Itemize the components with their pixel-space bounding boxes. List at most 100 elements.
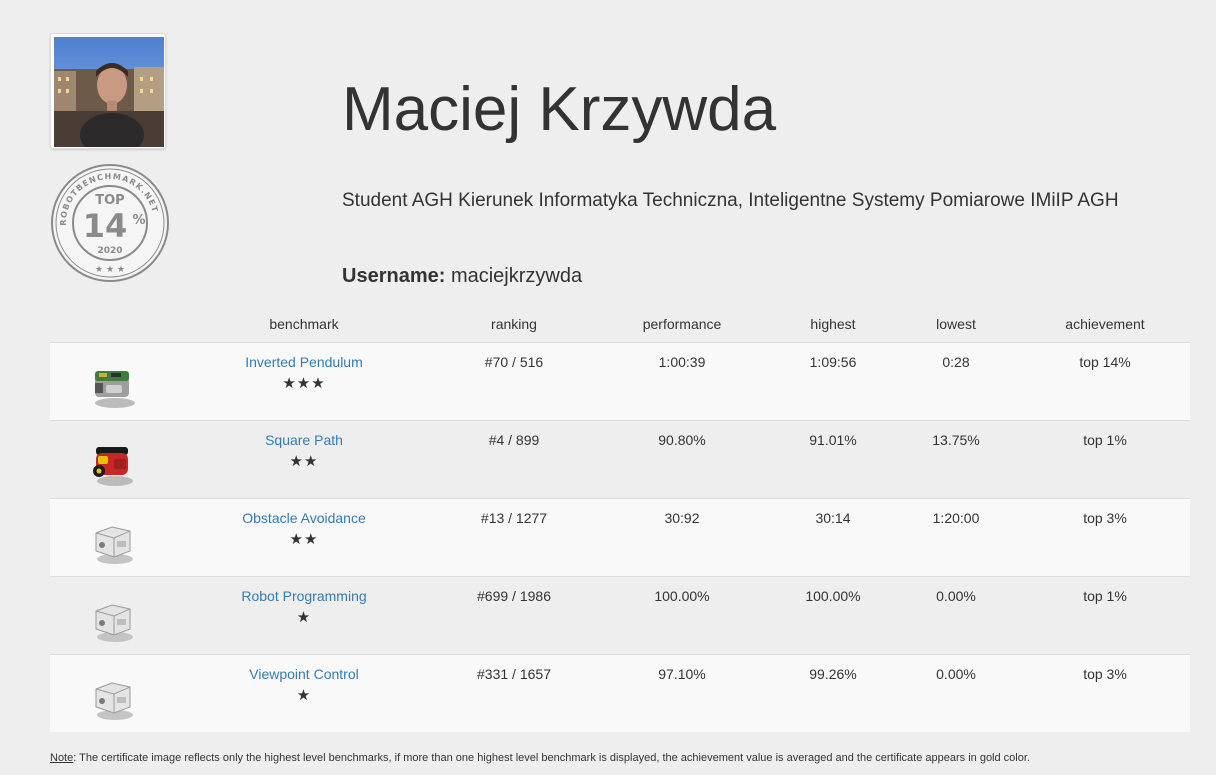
performance-cell: 30:92 [590, 498, 774, 577]
benchmark-link[interactable]: Viewpoint Control [170, 655, 438, 682]
grey-robot-icon [95, 682, 133, 720]
benchmark-stars: ★ [296, 687, 312, 704]
highest-cell: 99.26% [774, 654, 892, 732]
performance-value: 97.10% [658, 666, 706, 682]
header-lowest: lowest [892, 306, 1020, 343]
benchmark-cell: Obstacle Avoidance ★★ [170, 498, 438, 577]
highest-value: 100.00% [805, 588, 861, 604]
table-row: Square Path ★★ #4 / 899 90.80% 91.01% 13… [50, 420, 1190, 499]
lowest-value: 1:20:00 [932, 510, 980, 526]
grey-robot-icon [95, 604, 133, 642]
benchmark-stars: ★ [296, 609, 312, 626]
profile-name: Maciej Krzywda [342, 75, 777, 144]
lowest-cell: 0.00% [892, 576, 1020, 655]
performance-value: 30:92 [664, 510, 700, 526]
green-robot-icon [95, 371, 135, 408]
benchmark-link[interactable]: Square Path [170, 421, 438, 448]
benchmark-cell: Square Path ★★ [170, 420, 438, 499]
highest-cell: 30:14 [774, 498, 892, 577]
robot-cell [50, 420, 170, 499]
performance-cell: 97.10% [590, 654, 774, 732]
benchmark-link[interactable]: Inverted Pendulum [170, 343, 438, 370]
ranking-value: #70 / 516 [484, 354, 544, 370]
username-value: maciejkrzywda [450, 265, 583, 287]
top-percent-badge: ROBOTBENCHMARK.NET TOP 14 % 2020 ★ ★ ★ [49, 162, 171, 284]
badge-top-label: TOP [95, 193, 124, 208]
benchmark-cell: Viewpoint Control ★ [170, 654, 438, 732]
lowest-cell: 13.75% [892, 420, 1020, 499]
avatar-image [54, 37, 164, 147]
benchmark-link[interactable]: Robot Programming [170, 577, 438, 604]
ranking-cell: #70 / 516 [438, 342, 590, 421]
red-robot-icon [93, 447, 133, 486]
performance-cell: 1:00:39 [590, 342, 774, 421]
lowest-value: 0:28 [942, 354, 970, 370]
profile-username-line: Username: maciejkrzywda [342, 262, 582, 290]
robot-cell [50, 342, 170, 421]
table-row: Obstacle Avoidance ★★ #13 / 1277 30:92 3… [50, 498, 1190, 577]
badge-percent: 14 [83, 207, 128, 245]
highest-cell: 1:09:56 [774, 342, 892, 421]
performance-cell: 90.80% [590, 420, 774, 499]
highest-cell: 91.01% [774, 420, 892, 499]
note-text: : The certificate image reflects only th… [73, 752, 1030, 764]
lowest-value: 0.00% [936, 666, 976, 682]
table-row: Inverted Pendulum ★★★ #70 / 516 1:00:39 … [50, 342, 1190, 421]
ranking-value: #331 / 1657 [477, 666, 551, 682]
benchmark-cell: Inverted Pendulum ★★★ [170, 342, 438, 421]
certificate-note: Note: The certificate image reflects onl… [50, 751, 1030, 765]
lowest-cell: 1:20:00 [892, 498, 1020, 577]
grey-robot-icon [95, 526, 133, 564]
achievement-cell: top 14% [1020, 342, 1190, 421]
header-ranking: ranking [438, 306, 590, 343]
achievement-value: top 3% [1083, 666, 1127, 682]
performance-value: 90.80% [658, 432, 706, 448]
robot-cell [50, 498, 170, 577]
table-header-row: benchmark ranking performance highest lo… [50, 306, 1190, 343]
robot-cell [50, 576, 170, 655]
lowest-cell: 0.00% [892, 654, 1020, 732]
ranking-value: #4 / 899 [488, 432, 540, 448]
benchmark-table: benchmark ranking performance highest lo… [50, 306, 1190, 732]
achievement-value: top 1% [1083, 588, 1127, 604]
highest-value: 30:14 [815, 510, 851, 526]
achievement-cell: top 1% [1020, 420, 1190, 499]
ranking-cell: #4 / 899 [438, 420, 590, 499]
highest-value: 91.01% [809, 432, 857, 448]
achievement-cell: top 1% [1020, 576, 1190, 655]
achievement-cell: top 3% [1020, 654, 1190, 732]
benchmark-stars: ★★ [289, 453, 319, 470]
table-row: Viewpoint Control ★ #331 / 1657 97.10% 9… [50, 654, 1190, 732]
achievement-cell: top 3% [1020, 498, 1190, 577]
benchmark-stars: ★★ [289, 531, 319, 548]
benchmark-cell: Robot Programming ★ [170, 576, 438, 655]
lowest-value: 0.00% [936, 588, 976, 604]
ranking-cell: #13 / 1277 [438, 498, 590, 577]
lowest-value: 13.75% [932, 432, 980, 448]
ranking-cell: #699 / 1986 [438, 576, 590, 655]
note-label: Note [50, 752, 74, 764]
benchmark-link[interactable]: Obstacle Avoidance [170, 499, 438, 526]
header-highest: highest [774, 306, 892, 343]
ranking-value: #13 / 1277 [480, 510, 548, 526]
username-label: Username: [342, 265, 446, 287]
header-robot [50, 306, 170, 343]
profile-bio: Student AGH Kierunek Informatyka Technic… [342, 190, 1119, 211]
achievement-value: top 14% [1079, 354, 1131, 370]
header-achievement: achievement [1020, 306, 1190, 343]
lowest-cell: 0:28 [892, 342, 1020, 421]
table-row: Robot Programming ★ #699 / 1986 100.00% … [50, 576, 1190, 655]
achievement-value: top 1% [1083, 432, 1127, 448]
highest-value: 99.26% [809, 666, 857, 682]
performance-cell: 100.00% [590, 576, 774, 655]
highest-value: 1:09:56 [809, 354, 857, 370]
highest-cell: 100.00% [774, 576, 892, 655]
achievement-value: top 3% [1083, 510, 1127, 526]
badge-stars: ★ ★ ★ [95, 265, 125, 275]
performance-value: 100.00% [654, 588, 710, 604]
header-benchmark: benchmark [170, 306, 438, 343]
badge-year: 2020 [97, 246, 122, 256]
robot-cell [50, 654, 170, 732]
ranking-cell: #331 / 1657 [438, 654, 590, 732]
performance-value: 1:00:39 [658, 354, 706, 370]
